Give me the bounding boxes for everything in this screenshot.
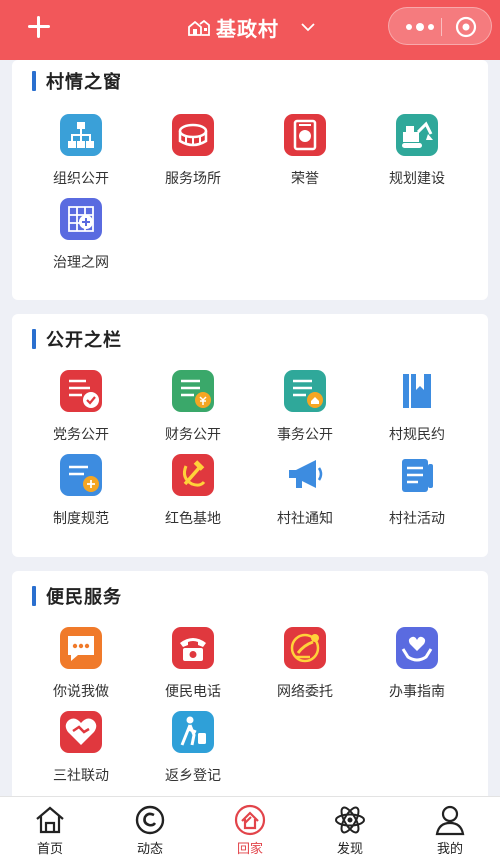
- tab-return-home[interactable]: 回家: [200, 803, 300, 863]
- chat-bubble-icon: [60, 627, 102, 669]
- tab-label: 动态: [136, 842, 163, 857]
- grid-item-return-register[interactable]: 返乡登记: [138, 711, 248, 791]
- stadium-icon: [172, 114, 214, 156]
- bottom-tab-bar: 首页 动态 回家 发现 我的: [0, 796, 500, 864]
- handshake-heart-icon: [60, 711, 102, 753]
- grid-item-label: 制度规范: [53, 511, 109, 527]
- section-card-village-window: 村情之窗 组织公开 服务场所 荣誉 规划建设 治理之网: [12, 60, 488, 300]
- tab-label: 发现: [336, 842, 363, 857]
- grid-item-network-delegate[interactable]: 网络委托: [250, 627, 360, 707]
- tab-label: 回家: [236, 842, 263, 857]
- grid-item-convenience-phone[interactable]: 便民电话: [138, 627, 248, 707]
- grid-item-village-activity[interactable]: 村社活动: [362, 454, 472, 534]
- party-doc-icon: [60, 370, 102, 412]
- section-accent-bar: [32, 329, 36, 349]
- grid-item-label: 财务公开: [165, 427, 221, 443]
- section-title: 公开之栏: [46, 330, 122, 351]
- more-dots-icon[interactable]: [403, 20, 437, 34]
- grid-item-planning[interactable]: 规划建设: [362, 114, 472, 194]
- mini-program-capsule: [388, 7, 492, 45]
- section-header: 村情之窗: [32, 68, 122, 94]
- grid-item-finance[interactable]: 财务公开: [138, 370, 248, 450]
- grid-item-village-notice[interactable]: 村社通知: [250, 454, 360, 534]
- section-title: 便民服务: [46, 587, 122, 608]
- grid-item-label: 治理之网: [53, 255, 109, 271]
- grid-item-label: 办事指南: [389, 684, 445, 700]
- grid-item-village-rules[interactable]: 村规民约: [362, 370, 472, 450]
- delegate-icon: [284, 627, 326, 669]
- village-selector[interactable]: 基政村: [188, 12, 315, 42]
- grid-item-label: 你说我做: [53, 684, 109, 700]
- plus-icon[interactable]: [24, 10, 54, 44]
- tab-label: 首页: [36, 842, 63, 857]
- tab-label: 我的: [436, 842, 463, 857]
- grid-item-label: 村社通知: [277, 511, 333, 527]
- excavator-icon: [396, 114, 438, 156]
- section-card-convenience-service: 便民服务 你说我做 便民电话 网络委托 办事指南 三社联动 返乡登记: [12, 571, 488, 803]
- grid-item-institution-rules[interactable]: 制度规范: [26, 454, 136, 534]
- telephone-icon: [172, 627, 214, 669]
- return-home-icon: [234, 804, 266, 836]
- grid-item-three-society-link[interactable]: 三社联动: [26, 711, 136, 791]
- grid-item-you-say-we-do[interactable]: 你说我做: [26, 627, 136, 707]
- grid-item-service-venue[interactable]: 服务场所: [138, 114, 248, 194]
- page-title: 基政村: [216, 16, 279, 41]
- grid-item-label: 组织公开: [53, 171, 109, 187]
- traveler-icon: [172, 711, 214, 753]
- tab-discover[interactable]: 发现: [300, 803, 400, 863]
- grid-item-label: 荣誉: [291, 171, 319, 187]
- grid-item-label: 便民电话: [165, 684, 221, 700]
- grid-item-red-base[interactable]: 红色基地: [138, 454, 248, 534]
- village-icon: [188, 19, 210, 36]
- tab-home[interactable]: 首页: [0, 803, 100, 863]
- section-header: 公开之栏: [32, 326, 122, 352]
- grid-item-label: 返乡登记: [165, 768, 221, 784]
- grid-item-party-affairs[interactable]: 党务公开: [26, 370, 136, 450]
- tab-profile[interactable]: 我的: [400, 803, 500, 863]
- grid-item-label: 三社联动: [53, 768, 109, 784]
- grid-item-service-guide[interactable]: 办事指南: [362, 627, 472, 707]
- top-nav-bar: 基政村: [0, 0, 500, 60]
- profile-icon: [435, 805, 465, 836]
- grid-item-label: 服务场所: [165, 171, 221, 187]
- grid-item-label: 村规民约: [389, 427, 445, 443]
- chevron-down-icon[interactable]: [301, 22, 315, 32]
- section-card-public-column: 公开之栏 党务公开 财务公开 事务公开 村规民约 制度规范 红色基地 村社通知 …: [12, 314, 488, 557]
- activity-doc-icon: [396, 454, 438, 496]
- grid-item-label: 红色基地: [165, 511, 221, 527]
- grid-item-org-public[interactable]: 组织公开: [26, 114, 136, 194]
- grid-item-label: 网络委托: [277, 684, 333, 700]
- grid-item-affairs[interactable]: 事务公开: [250, 370, 360, 450]
- finance-doc-icon: [172, 370, 214, 412]
- org-chart-icon: [60, 114, 102, 156]
- grid-shield-icon: [60, 198, 102, 240]
- grid-item-label: 村社活动: [389, 511, 445, 527]
- megaphone-icon: [284, 454, 326, 496]
- section-title: 村情之窗: [46, 72, 122, 93]
- section-accent-bar: [32, 71, 36, 91]
- dynamic-icon: [135, 805, 165, 835]
- home-icon: [36, 806, 64, 834]
- bookmark-book-icon: [396, 370, 438, 412]
- grid-item-label: 事务公开: [277, 427, 333, 443]
- grid-item-honor[interactable]: 荣誉: [250, 114, 360, 194]
- section-accent-bar: [32, 586, 36, 606]
- section-header: 便民服务: [32, 583, 122, 609]
- capsule-divider: [441, 18, 442, 36]
- grid-item-label: 党务公开: [53, 427, 109, 443]
- rules-doc-icon: [60, 454, 102, 496]
- heart-hand-icon: [396, 627, 438, 669]
- hammer-sickle-icon: [172, 454, 214, 496]
- tab-dynamic[interactable]: 动态: [100, 803, 200, 863]
- medal-icon: [284, 114, 326, 156]
- affairs-doc-icon: [284, 370, 326, 412]
- discover-atom-icon: [335, 806, 365, 834]
- grid-item-label: 规划建设: [389, 171, 445, 187]
- target-icon[interactable]: [455, 16, 477, 38]
- grid-item-governance-net[interactable]: 治理之网: [26, 198, 136, 278]
